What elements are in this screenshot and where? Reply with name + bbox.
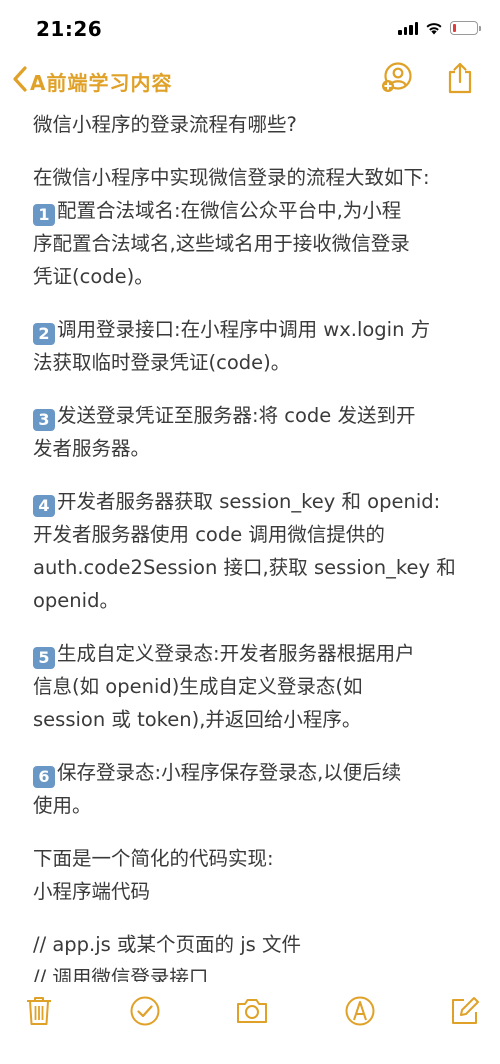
chevron-left-icon: [12, 66, 28, 96]
back-button[interactable]: A前端学习内容: [12, 64, 172, 98]
checklist-button[interactable]: [126, 994, 164, 1032]
note-line: 开发者服务器使用 code 调用微信提供的: [33, 518, 473, 551]
note-line: openid。: [33, 584, 473, 617]
compose-icon: [449, 995, 481, 1031]
number-badge: 3: [33, 409, 55, 431]
note-line: 信息(如 openid)生成自定义登录态(如: [33, 670, 473, 703]
note-line-text: 调用登录接口:在小程序中调用 wx.login 方: [57, 318, 431, 341]
note-line-text: 发者服务器。: [33, 437, 151, 460]
note-line-text: 使用。: [33, 794, 92, 817]
note-line: auth.code2Session 接口,获取 session_key 和: [33, 551, 473, 584]
status-icons: [398, 20, 481, 36]
camera-icon: [235, 996, 269, 1030]
note-line: session 或 token),并返回给小程序。: [33, 703, 473, 736]
note-line: // app.js 或某个页面的 js 文件: [33, 928, 473, 961]
signal-icon: [398, 21, 418, 35]
number-badge: 4: [33, 495, 55, 517]
note-line-text: 小程序端代码: [33, 880, 151, 903]
status-bar: 21:26: [0, 0, 500, 58]
note-line-text: 发送登录凭证至服务器:将 code 发送到开: [57, 404, 416, 427]
note-line: 法获取临时登录凭证(code)。: [33, 346, 473, 379]
note-line: 序配置合法域名,这些域名用于接收微信登录: [33, 227, 473, 260]
battery-level: [452, 23, 456, 32]
share-person-icon: [380, 61, 414, 99]
note-line-text: 序配置合法域名,这些域名用于接收微信登录: [33, 232, 410, 255]
wifi-icon: [425, 21, 443, 35]
number-badge: 6: [33, 766, 55, 788]
markup-button[interactable]: [341, 994, 379, 1032]
share-person-button[interactable]: [379, 62, 415, 98]
export-icon: [446, 61, 474, 99]
note-body[interactable]: 微信小程序的登录流程有哪些? 在微信小程序中实现微信登录的流程大致如下: 1 配置合法…: [33, 108, 473, 982]
note-line-text: openid。: [33, 589, 119, 612]
note-line: 微信小程序的登录流程有哪些?: [33, 108, 473, 141]
note-line-text: // app.js 或某个页面的 js 文件: [33, 933, 301, 956]
note-line: 3 发送登录凭证至服务器:将 code 发送到开: [33, 399, 473, 432]
note-line: 下面是一个简化的代码实现:: [33, 842, 473, 875]
note-line: 1 配置合法域名:在微信公众平台中,为小程: [33, 194, 473, 227]
note-line-text: 法获取临时登录凭证(code)。: [33, 351, 291, 374]
note-line-text: 微信小程序的登录流程有哪些?: [33, 113, 297, 136]
number-badge: 5: [33, 647, 55, 669]
note-line: 在微信小程序中实现微信登录的流程大致如下:: [33, 161, 473, 194]
note-line-text: 配置合法域名:在微信公众平台中,为小程: [57, 199, 402, 222]
compose-button[interactable]: [446, 994, 484, 1032]
note-line-text: 在微信小程序中实现微信登录的流程大致如下:: [33, 166, 430, 189]
number-badge: 1: [33, 204, 55, 226]
note-line: 4 开发者服务器获取 session_key 和 openid:: [33, 485, 473, 518]
nav-bar: A前端学习内容: [0, 58, 500, 104]
note-line-text: 开发者服务器获取 session_key 和 openid:: [57, 490, 441, 513]
note-line: 凭证(code)。: [33, 260, 473, 293]
bottom-toolbar: [0, 990, 500, 1036]
delete-button[interactable]: [20, 994, 58, 1032]
note-line-text: 保存登录态:小程序保存登录态,以便后续: [57, 761, 402, 784]
note-line: 小程序端代码: [33, 875, 473, 908]
note-line-text: // 调用微信登录接口: [33, 966, 209, 982]
note-line: 2 调用登录接口:在小程序中调用 wx.login 方: [33, 313, 473, 346]
note-line-text: 凭证(code)。: [33, 265, 154, 288]
note-line: 6 保存登录态:小程序保存登录态,以便后续: [33, 756, 473, 789]
note-line-text: session 或 token),并返回给小程序。: [33, 708, 362, 731]
note-line-text: auth.code2Session 接口,获取 session_key 和: [33, 556, 456, 579]
markup-icon: [344, 995, 376, 1031]
note-line-text: 信息(如 openid)生成自定义登录态(如: [33, 675, 363, 698]
note-line-text: 下面是一个简化的代码实现:: [33, 847, 274, 870]
back-label: A前端学习内容: [30, 70, 173, 95]
battery-icon: [450, 21, 481, 35]
export-button[interactable]: [442, 62, 478, 98]
number-badge: 2: [33, 323, 55, 345]
checklist-icon: [129, 995, 161, 1031]
note-line-text: 生成自定义登录态:开发者服务器根据用户: [57, 642, 415, 665]
note-line-text: 开发者服务器使用 code 调用微信提供的: [33, 523, 385, 546]
trash-icon: [24, 995, 54, 1031]
note-line: // 调用微信登录接口: [33, 961, 473, 982]
note-line: 发者服务器。: [33, 432, 473, 465]
note-line: 使用。: [33, 789, 473, 822]
camera-button[interactable]: [233, 994, 271, 1032]
note-line: 5 生成自定义登录态:开发者服务器根据用户: [33, 637, 473, 670]
status-time: 21:26: [36, 17, 103, 41]
